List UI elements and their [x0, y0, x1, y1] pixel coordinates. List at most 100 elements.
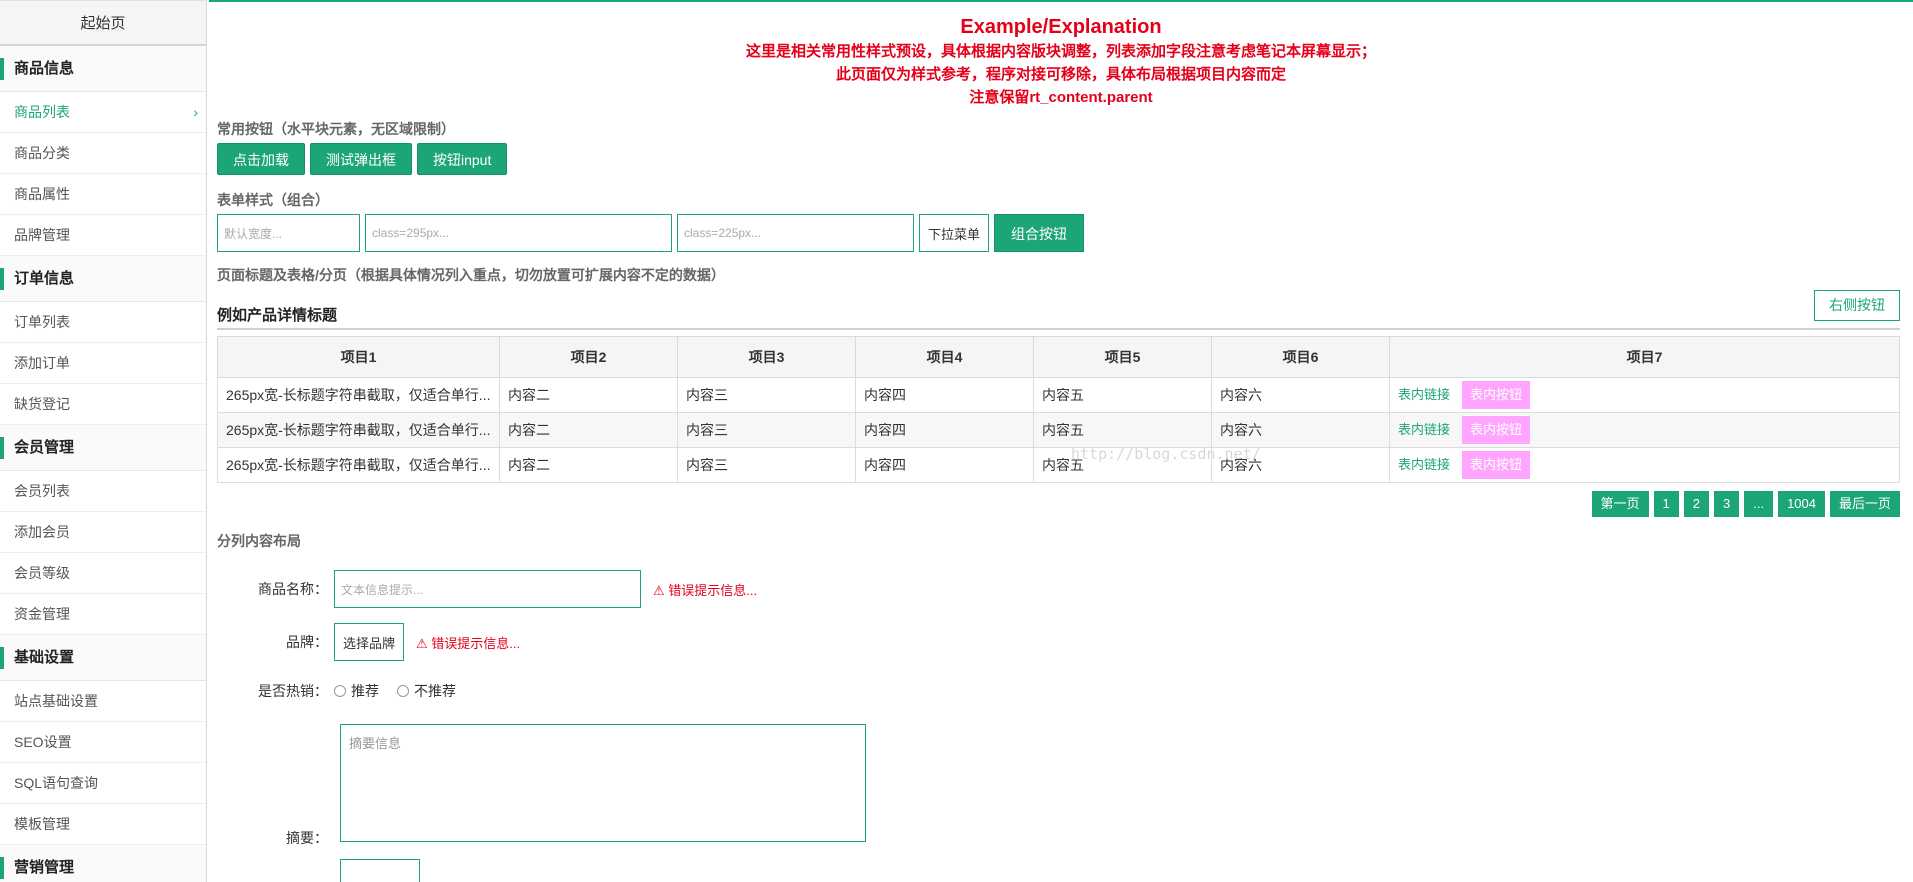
radio-recommend[interactable]: 推荐	[334, 681, 379, 701]
radio-not-recommend[interactable]: 不推荐	[397, 681, 456, 701]
brand-label: 品牌：	[286, 634, 328, 650]
table-cell-actions: 表内链接 表内按钮	[1389, 412, 1900, 448]
sidebar-item-add-order[interactable]: 添加订单	[0, 343, 206, 384]
radio-circle-icon	[334, 685, 346, 697]
common-buttons-label: 常用按钮（水平块元素，无区域限制）	[217, 121, 455, 137]
watermark: http://blog.csdn.net/	[1071, 445, 1261, 463]
table-inline-button[interactable]: 表内按钮	[1462, 451, 1531, 479]
product-name-row: 商品名称： 文本信息提示... ⚠ 错误提示信息...	[209, 570, 757, 608]
page-1004-button[interactable]: 1004	[1778, 491, 1825, 517]
load-button[interactable]: 点击加载	[217, 143, 305, 175]
table-header-bar: 例如产品详情标题 右侧按钮	[217, 290, 1900, 330]
table-cell: 内容四	[855, 447, 1034, 483]
table-inline-button[interactable]: 表内按钮	[1462, 416, 1531, 444]
page-1-button[interactable]: 1	[1653, 491, 1679, 517]
table-cell: 265px宽-长标题字符串截取，仅适合单行...	[217, 412, 500, 448]
table-title: 例如产品详情标题	[217, 307, 338, 324]
table-section-label: 页面标题及表格/分页（根据具体情况列入重点，切勿放置可扩展内容不定的数据）	[217, 267, 725, 283]
default-width-input[interactable]: 默认宽度...	[217, 214, 360, 252]
table-cell: 内容六	[1211, 412, 1390, 448]
hot-sale-label: 是否热销：	[258, 683, 328, 699]
data-table: 项目1 项目2 项目3 项目4 项目5 项目6 项目7 265px宽-长标题字符…	[217, 336, 1900, 483]
sidebar-item-product-category[interactable]: 商品分类	[0, 133, 206, 174]
summary-row: 摘要：	[209, 828, 334, 848]
chevron-right-icon: ›	[193, 104, 198, 120]
product-name-error: ⚠ 错误提示信息...	[653, 582, 758, 598]
summary-label: 摘要：	[286, 830, 328, 846]
brand-select[interactable]: 选择品牌	[334, 623, 405, 661]
hot-sale-row: 是否热销： 推荐 不推荐	[209, 681, 474, 701]
product-name-input[interactable]: 文本信息提示...	[334, 570, 641, 608]
explanation-line-2: 此页面仅为样式参考，程序对接可移除，具体布局根据项目内容而定	[835, 66, 1286, 83]
table-cell: 内容二	[499, 377, 678, 413]
column-header: 项目4	[855, 336, 1034, 378]
table-row: 265px宽-长标题字符串截取，仅适合单行... 内容二 内容三 内容四 内容五…	[217, 447, 1900, 483]
page-ellipsis[interactable]: ...	[1744, 491, 1774, 517]
main-content: Example/Explanation 这里是相关常用性样式预设，具体根据内容版…	[209, 0, 1913, 882]
table-cell: 265px宽-长标题字符串截取，仅适合单行...	[217, 377, 500, 413]
column-header: 项目6	[1211, 336, 1390, 378]
explanation-block: Example/Explanation 这里是相关常用性样式预设，具体根据内容版…	[209, 2, 1913, 109]
table-cell-actions: 表内链接 表内按钮	[1389, 447, 1900, 483]
sidebar-item-member-level[interactable]: 会员等级	[0, 553, 206, 594]
page-2-button[interactable]: 2	[1683, 491, 1709, 517]
sidebar-group-member[interactable]: 会员管理	[0, 425, 206, 471]
form-style-label: 表单样式（组合）	[217, 192, 329, 208]
width-295-input[interactable]: class=295px...	[365, 214, 672, 252]
form-combo-row: 默认宽度... class=295px... class=225px... 下拉…	[217, 214, 1085, 252]
sidebar-home-link[interactable]: 起始页	[0, 0, 206, 46]
table-row: 265px宽-长标题字符串截取，仅适合单行... 内容二 内容三 内容四 内容五…	[217, 377, 1900, 413]
sidebar-item-product-attribute[interactable]: 商品属性	[0, 174, 206, 215]
sidebar-item-site-settings[interactable]: 站点基础设置	[0, 681, 206, 722]
table-cell: 内容二	[499, 412, 678, 448]
table-inline-button[interactable]: 表内按钮	[1462, 381, 1531, 409]
table-cell: 内容六	[1211, 377, 1390, 413]
sidebar-item-sql-query[interactable]: SQL语句查询	[0, 763, 206, 804]
dropdown-menu[interactable]: 下拉菜单	[919, 214, 990, 252]
table-inline-link[interactable]: 表内链接	[1398, 387, 1450, 402]
sidebar-group-order[interactable]: 订单信息	[0, 256, 206, 302]
input-button[interactable]: 按钮input	[417, 143, 508, 175]
submit-button-partial[interactable]	[340, 859, 420, 882]
page-first-button[interactable]: 第一页	[1591, 491, 1649, 517]
combo-button[interactable]: 组合按钮	[994, 214, 1085, 252]
sidebar-item-order-list[interactable]: 订单列表	[0, 302, 206, 343]
summary-textarea[interactable]: 摘要信息	[340, 724, 866, 842]
table-cell: 内容二	[499, 447, 678, 483]
sidebar-item-member-list[interactable]: 会员列表	[0, 471, 206, 512]
common-buttons-row: 点击加载 测试弹出框 按钮input	[217, 143, 508, 175]
right-side-button[interactable]: 右侧按钮	[1814, 290, 1900, 321]
test-popup-button[interactable]: 测试弹出框	[310, 143, 412, 175]
table-inline-link[interactable]: 表内链接	[1398, 457, 1450, 472]
sidebar-group-product[interactable]: 商品信息	[0, 46, 206, 92]
table-inline-link[interactable]: 表内链接	[1398, 422, 1450, 437]
sidebar-item-template-management[interactable]: 模板管理	[0, 804, 206, 845]
sidebar-item-fund-management[interactable]: 资金管理	[0, 594, 206, 635]
sidebar-item-add-member[interactable]: 添加会员	[0, 512, 206, 553]
explanation-title: Example/Explanation	[960, 16, 1162, 38]
table-cell-actions: 表内链接 表内按钮	[1389, 377, 1900, 413]
sidebar-group-marketing[interactable]: 营销管理	[0, 845, 206, 882]
sidebar-group-basic-settings[interactable]: 基础设置	[0, 635, 206, 681]
page-last-button[interactable]: 最后一页	[1829, 491, 1900, 517]
sidebar-item-product-list[interactable]: 商品列表 ›	[0, 92, 206, 133]
width-225-input[interactable]: class=225px...	[677, 214, 914, 252]
table-cell: 内容三	[677, 447, 856, 483]
column-header: 项目5	[1033, 336, 1212, 378]
product-name-label: 商品名称：	[258, 581, 328, 597]
column-header: 项目2	[499, 336, 678, 378]
radio-circle-icon	[397, 685, 409, 697]
table-cell: 265px宽-长标题字符串截取，仅适合单行...	[217, 447, 500, 483]
table-cell: 内容五	[1033, 412, 1212, 448]
table-cell: 内容五	[1033, 377, 1212, 413]
column-header: 项目1	[217, 336, 500, 378]
table-cell: 内容三	[677, 412, 856, 448]
sidebar-item-brand-management[interactable]: 品牌管理	[0, 215, 206, 256]
sidebar-item-seo-settings[interactable]: SEO设置	[0, 722, 206, 763]
brand-row: 品牌： 选择品牌 ⚠ 错误提示信息...	[209, 623, 520, 661]
brand-error: ⚠ 错误提示信息...	[416, 635, 521, 651]
page-3-button[interactable]: 3	[1713, 491, 1740, 517]
table-row: 265px宽-长标题字符串截取，仅适合单行... 内容二 内容三 内容四 内容五…	[217, 412, 1900, 448]
sidebar: 起始页 商品信息 商品列表 › 商品分类 商品属性 品牌管理 订单信息 订单列表 …	[0, 0, 207, 882]
sidebar-item-out-of-stock[interactable]: 缺货登记	[0, 384, 206, 425]
